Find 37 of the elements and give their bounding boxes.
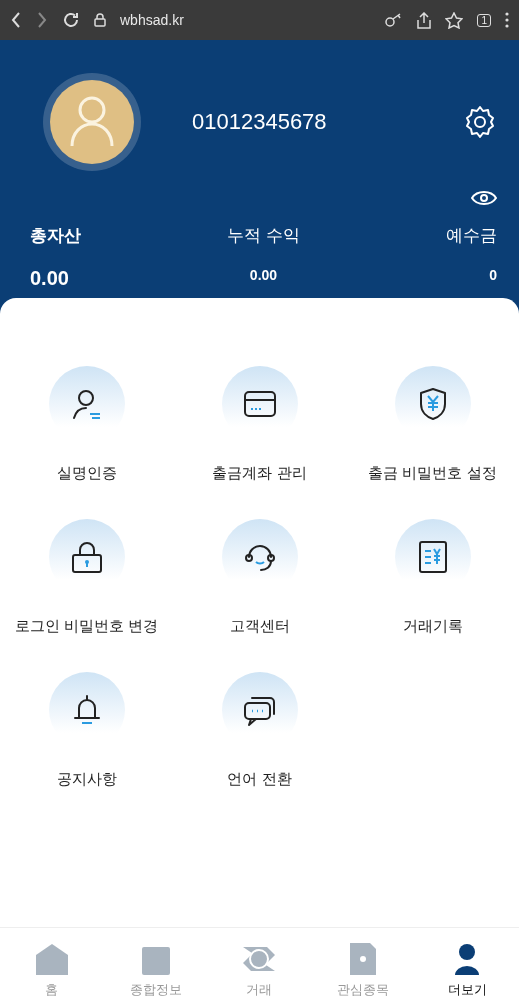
nav-tab[interactable]: 더보기 bbox=[415, 928, 519, 1003]
stat-label: 예수금 bbox=[445, 225, 497, 247]
home-icon bbox=[33, 943, 70, 975]
stat-value: 0 bbox=[488, 267, 497, 285]
ledger-icon bbox=[417, 540, 448, 574]
url-text[interactable]: wbhsad.kr bbox=[120, 12, 184, 28]
card-icon bbox=[242, 389, 277, 419]
stat-label: 누적 수익 bbox=[226, 225, 301, 247]
menu-item[interactable]: 거래기록 bbox=[346, 519, 519, 636]
menu-item[interactable]: 출금 비밀번호 설정 bbox=[346, 366, 519, 483]
stat-value: 0.00 bbox=[248, 267, 279, 285]
star-icon[interactable] bbox=[445, 11, 464, 29]
stat-value: 0.00 bbox=[30, 267, 70, 290]
back-icon[interactable] bbox=[10, 12, 22, 28]
menu-item[interactable]: 공지사항 bbox=[0, 672, 173, 789]
menu-item[interactable]: 로그인 비밀번호 변경 bbox=[0, 519, 173, 636]
forward-icon[interactable] bbox=[36, 12, 48, 28]
avatar[interactable] bbox=[50, 80, 134, 164]
user-icon bbox=[69, 96, 115, 148]
share-icon[interactable] bbox=[417, 11, 432, 29]
more-icon[interactable] bbox=[505, 12, 509, 28]
key-icon[interactable] bbox=[385, 13, 404, 27]
tab-count-button[interactable]: 1 bbox=[477, 13, 491, 27]
person-icon bbox=[453, 943, 482, 975]
menu-item[interactable]: 언어 전환 bbox=[173, 672, 346, 789]
menu-item[interactable]: 출금계좌 관리 bbox=[173, 366, 346, 483]
menu-item[interactable]: 실명인증 bbox=[0, 366, 173, 483]
stat-label: 총자산 bbox=[30, 225, 82, 247]
bell-icon bbox=[71, 693, 102, 727]
reload-icon[interactable] bbox=[62, 11, 80, 29]
phone-number: 01012345678 bbox=[192, 109, 328, 135]
settings-icon[interactable] bbox=[463, 105, 497, 139]
lock-icon bbox=[94, 13, 106, 27]
shield-yen-icon bbox=[417, 387, 448, 421]
lock-icon bbox=[69, 540, 104, 574]
eye-icon[interactable] bbox=[471, 190, 497, 206]
menu-item[interactable]: 고객센터 bbox=[173, 519, 346, 636]
